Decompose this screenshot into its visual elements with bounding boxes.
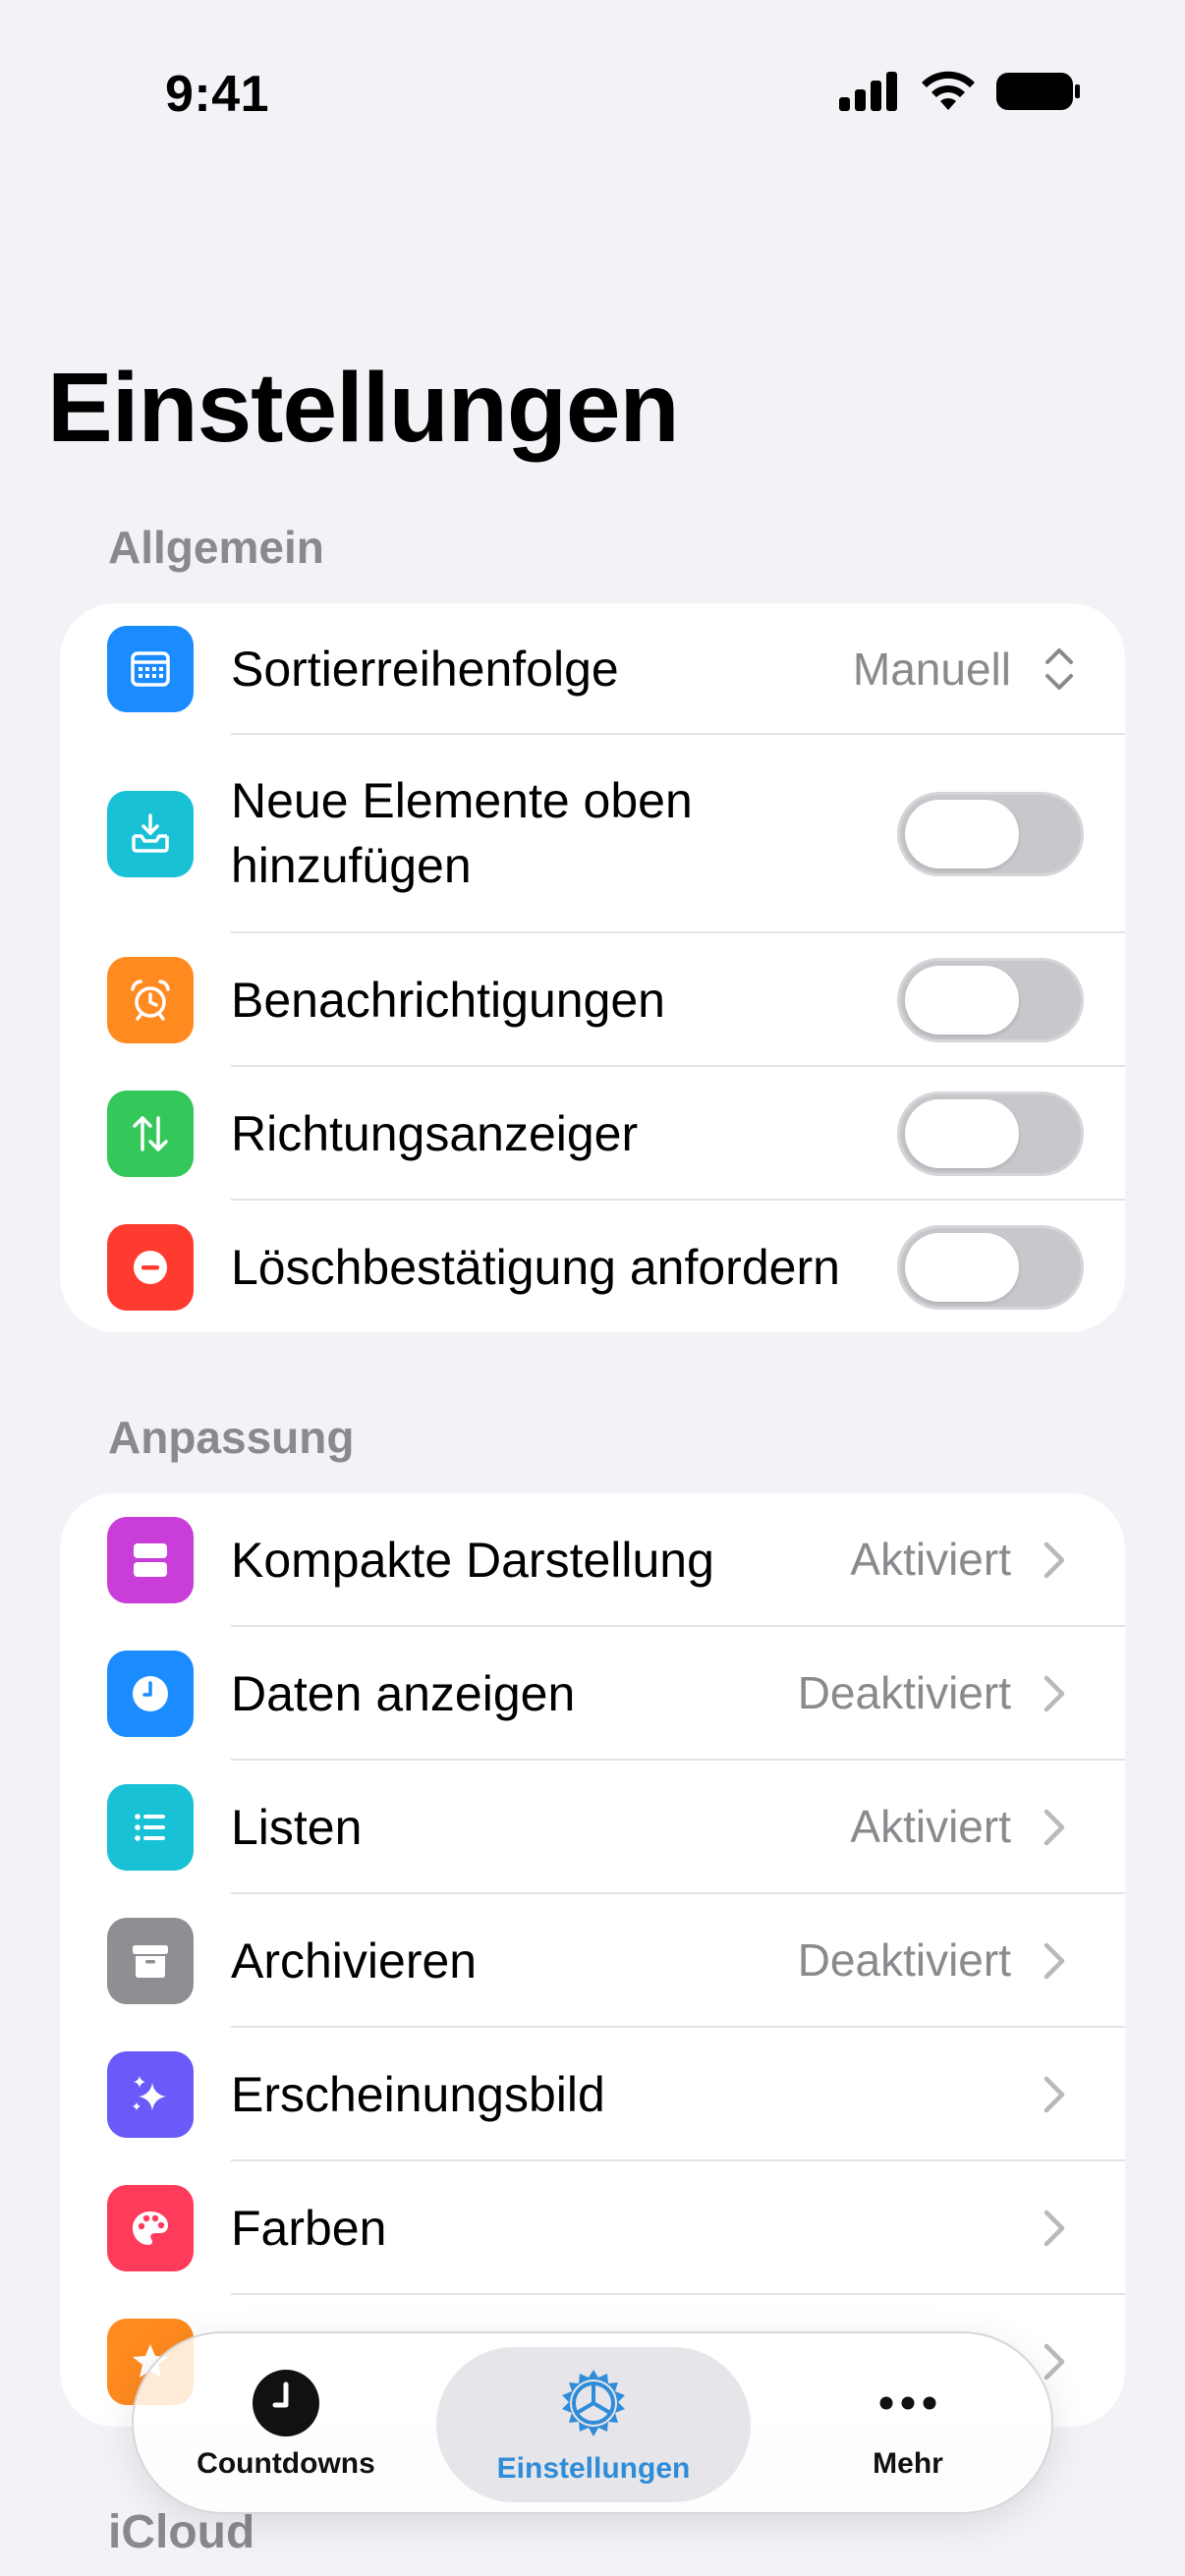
archive-box-icon [107,1918,194,2004]
delete-confirmation-label: Löschbestätigung anfordern [231,1240,840,1295]
notifications-label: Benachrichtigungen [231,973,665,1028]
clock-icon [107,1651,194,1737]
settings-screen: 9:41 Einstellungen Allgemein Sortierreih… [0,0,1185,2576]
row-archive[interactable]: Archivieren Deaktiviert [60,1894,1125,2028]
row-lists[interactable]: Listen Aktiviert [60,1761,1125,1894]
new-items-top-label-line2: hinzufügen [231,838,472,893]
row-direction-indicator: Richtungsanzeiger [60,1067,1125,1201]
compact-view-value: Aktiviert [850,1534,1011,1585]
colors-label: Farben [231,2201,387,2256]
chevron-right-icon [1044,1541,1065,1579]
sort-order-value: Manuell [852,644,1011,695]
tab-settings[interactable]: Einstellungen [436,2347,751,2502]
list-icon [107,1784,194,1871]
more-dots-icon [879,2396,936,2410]
status-bar: 9:41 [0,0,1185,196]
delete-confirmation-toggle[interactable] [897,1225,1084,1310]
section-header-customization: Anpassung [108,1412,355,1463]
toggle-knob [905,966,1019,1035]
compact-view-label: Kompakte Darstellung [231,1533,714,1588]
row-new-items-top: Neue Elemente oben hinzufügen [60,735,1125,933]
sort-order-label: Sortierreihenfolge [231,642,619,697]
cellular-signal-icon [839,72,897,111]
clock-icon [253,2370,319,2436]
chevron-right-icon [1044,2343,1065,2380]
alarm-clock-icon [107,957,194,1043]
notifications-toggle[interactable] [897,958,1084,1042]
tab-more-label: Mehr [873,2447,943,2480]
show-dates-label: Daten anzeigen [231,1666,576,1721]
palette-icon [107,2185,194,2271]
sparkles-icon [107,2051,194,2138]
new-items-top-toggle[interactable] [897,792,1084,876]
compact-view-icon [107,1517,194,1603]
up-down-arrows-icon [107,1091,194,1177]
tray-download-icon [107,791,194,877]
toggle-knob [905,800,1019,868]
toggle-knob [905,1233,1019,1302]
chevron-right-icon [1044,2210,1065,2247]
lists-value: Aktiviert [850,1801,1011,1852]
new-items-top-label-line1: Neue Elemente oben [231,773,693,828]
tab-more[interactable]: Mehr [790,2333,1026,2516]
new-items-top-label: Neue Elemente oben hinzufügen [231,768,693,898]
wifi-icon [922,71,975,110]
show-dates-value: Deaktiviert [797,1667,1011,1718]
battery-icon [996,73,1080,110]
row-sort-order[interactable]: Sortierreihenfolge Manuell [60,603,1125,735]
page-title: Einstellungen [47,353,680,463]
lists-label: Listen [231,1800,363,1855]
row-compact-view[interactable]: Kompakte Darstellung Aktiviert [60,1493,1125,1627]
tab-countdowns[interactable]: Countdowns [163,2333,409,2516]
row-colors[interactable]: Farben [60,2161,1125,2295]
row-appearance[interactable]: Erscheinungsbild [60,2028,1125,2161]
chevron-right-icon [1044,2076,1065,2113]
gear-icon [562,2370,625,2436]
tab-bar: Countdowns Einstellungen Mehr [132,2331,1053,2514]
tab-countdowns-label: Countdowns [197,2447,375,2480]
status-time: 9:41 [165,66,270,123]
appearance-label: Erscheinungsbild [231,2067,605,2122]
chevron-right-icon [1044,1942,1065,1980]
customization-settings-card: Kompakte Darstellung Aktiviert Daten anz… [60,1493,1125,2427]
status-icons [839,71,1081,112]
toggle-knob [905,1099,1019,1168]
calendar-icon [107,626,194,712]
general-settings-card: Sortierreihenfolge Manuell Neue Elemente… [60,603,1125,1332]
minus-circle-icon [107,1224,194,1311]
archive-value: Deaktiviert [797,1934,1011,1986]
row-notifications: Benachrichtigungen [60,933,1125,1067]
up-down-chevron-icon [1045,648,1073,690]
section-header-general: Allgemein [108,522,324,573]
direction-indicator-toggle[interactable] [897,1092,1084,1176]
chevron-right-icon [1044,1675,1065,1712]
tab-settings-label: Einstellungen [496,2452,691,2485]
row-delete-confirmation: Löschbestätigung anfordern [60,1201,1125,1332]
direction-indicator-label: Richtungsanzeiger [231,1106,639,1161]
row-show-dates[interactable]: Daten anzeigen Deaktiviert [60,1627,1125,1761]
archive-label: Archivieren [231,1933,478,1988]
chevron-right-icon [1044,1809,1065,1846]
